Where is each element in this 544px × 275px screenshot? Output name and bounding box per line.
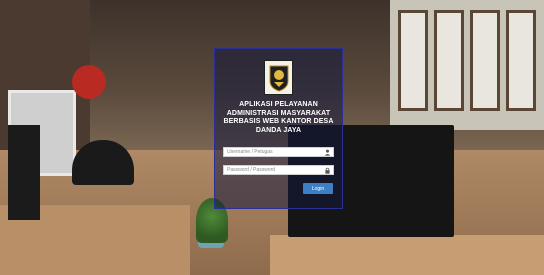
password-field	[223, 165, 334, 175]
login-button[interactable]: Login	[303, 183, 333, 194]
username-field	[223, 147, 334, 157]
window-pane	[434, 10, 464, 111]
login-panel: APLIKASI PELAYANAN ADMINISTRASI MASYARAK…	[214, 48, 343, 209]
background-desk-right	[270, 235, 544, 275]
window-pane	[398, 10, 428, 111]
password-input[interactable]	[224, 166, 325, 174]
username-input[interactable]	[224, 148, 325, 156]
window-pane	[506, 10, 536, 111]
emblem-icon	[269, 65, 288, 92]
background-window	[390, 0, 544, 130]
background-monitor-dark	[8, 125, 40, 220]
window-pane	[470, 10, 500, 111]
background-red-lamp	[72, 65, 106, 99]
user-icon	[324, 149, 331, 156]
village-logo	[264, 60, 293, 95]
app-title: APLIKASI PELAYANAN ADMINISTRASI MASYARAK…	[223, 101, 334, 134]
lock-icon	[325, 167, 330, 174]
